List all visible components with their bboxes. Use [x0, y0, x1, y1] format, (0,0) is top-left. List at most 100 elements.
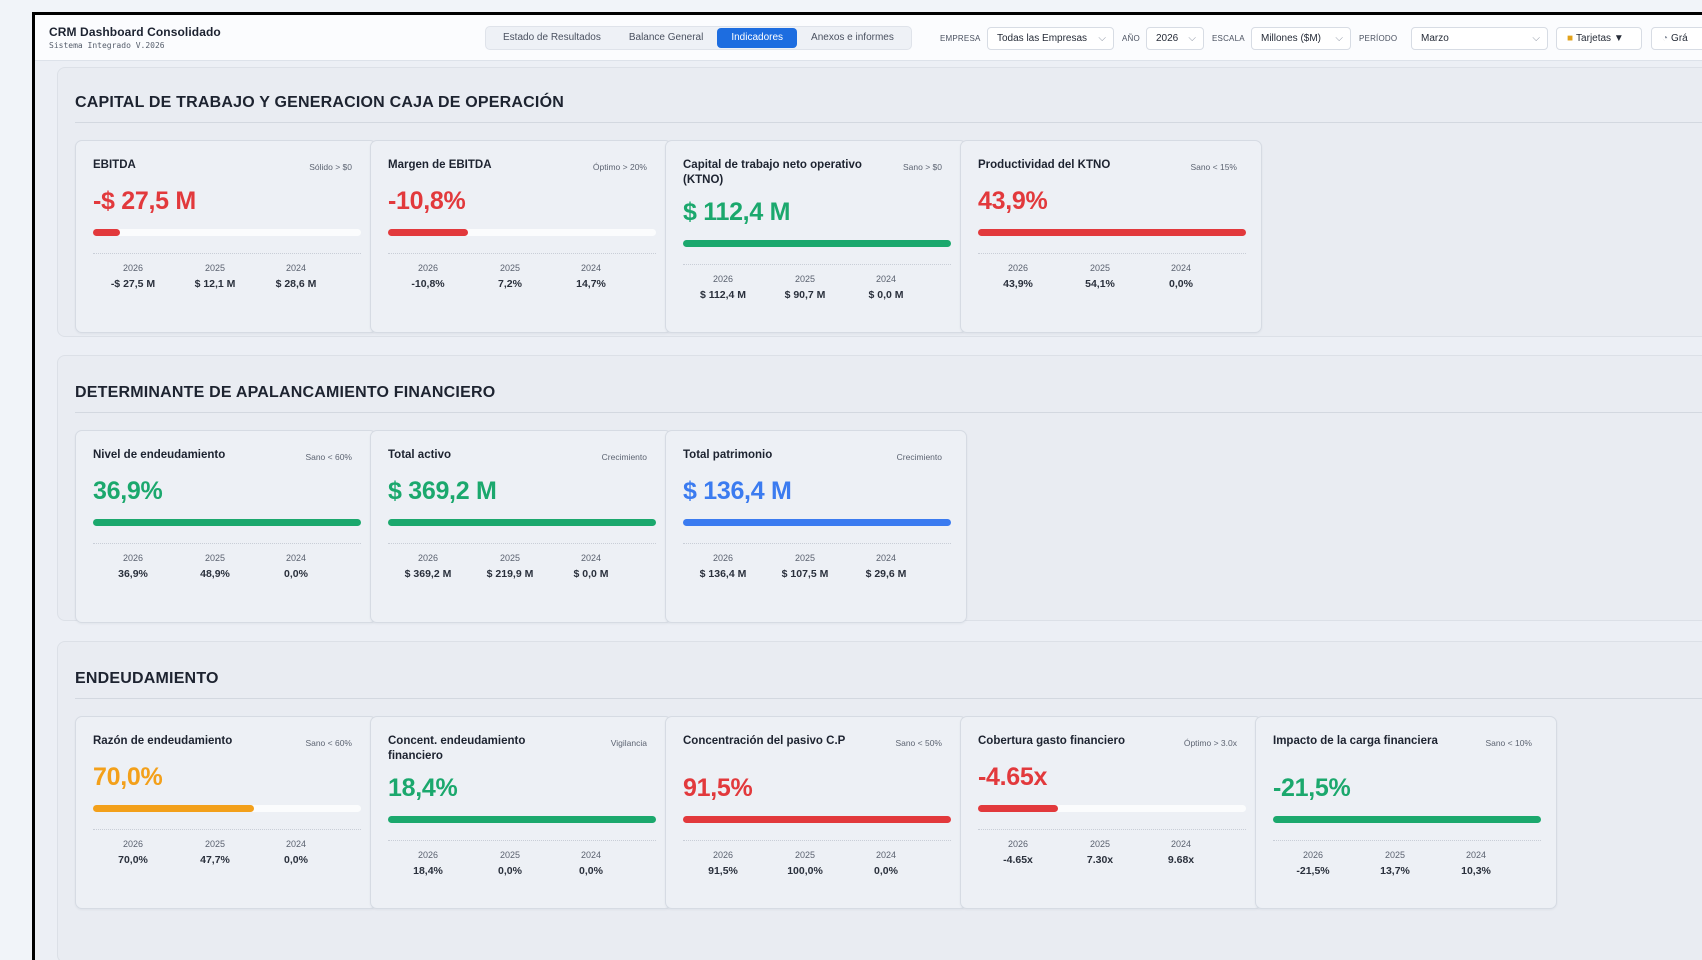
kpi-badge: Sano > $0 — [903, 162, 942, 172]
app-window: CRM Dashboard Consolidado Sistema Integr… — [32, 12, 1702, 960]
kpi-badge: Óptimo > 20% — [592, 162, 647, 172]
kpi-year-value: 0,0% — [284, 854, 308, 866]
kpi-progress-fill — [93, 805, 254, 812]
kpi-value: 91,5% — [683, 774, 753, 802]
kpi-card[interactable]: Concentración del pasivo C.P Sano < 50% 91… — [665, 716, 967, 909]
section-title: DETERMINANTE DE APALANCAMIENTO FINANCIER… — [75, 384, 496, 401]
empresa-select[interactable]: Todas las Empresas ⌵ — [987, 27, 1114, 50]
tarjetas-button[interactable]: ■ Tarjetas ▼ — [1556, 27, 1642, 50]
kpi-title: Cobertura gasto financiero — [978, 735, 1125, 747]
kpi-year-label: 2026 — [122, 263, 144, 273]
section-divider — [75, 698, 1702, 699]
kpi-badge: Crecimiento — [896, 452, 942, 462]
kpi-year-value: 0,0% — [1169, 278, 1193, 290]
kpi-title: Concent. endeudamiento financiero — [388, 735, 526, 762]
kpi-year-value: 14,7% — [576, 278, 606, 290]
section-title: ENDEUDAMIENTO — [75, 670, 219, 687]
kpi-progress-bar — [93, 805, 361, 812]
kpi-year-value: 91,5% — [708, 865, 738, 877]
section-panel: CAPITAL DE TRABAJO Y GENERACION CAJA DE … — [57, 67, 1702, 337]
graficos-button[interactable]: ◔ Grá — [1651, 27, 1702, 50]
kpi-value: 36,9% — [93, 477, 163, 505]
kpi-divider — [683, 543, 951, 544]
kpi-year-label: 2025 — [499, 553, 521, 563]
periodo-label: PERÍODO — [1359, 34, 1398, 43]
kpi-title: Impacto de la carga financiera — [1273, 735, 1438, 747]
kpi-card[interactable]: Razón de endeudamiento Sano < 60% 70,0% 202… — [75, 716, 377, 909]
kpi-year-value: 0,0% — [579, 865, 603, 877]
main-tabs: Estado de Resultados Balance General Ind… — [485, 26, 912, 50]
kpi-progress-fill — [683, 816, 951, 823]
escala-label: ESCALA — [1212, 34, 1245, 43]
kpi-year-label: 2026 — [712, 553, 734, 563]
kpi-year-label: 2025 — [204, 553, 226, 563]
chevron-down-icon: ⌵ — [1335, 33, 1343, 44]
escala-value: Millones ($M) — [1261, 33, 1322, 44]
kpi-year-label: 2026 — [712, 274, 734, 284]
periodo-select[interactable]: Marzo ⌵ — [1411, 27, 1548, 50]
kpi-year-value: $ 369,2 M — [404, 568, 452, 580]
tab-estado-resultados[interactable]: Estado de Resultados — [489, 28, 615, 48]
kpi-year-value: 7.30x — [1086, 854, 1114, 866]
anio-label: AÑO — [1122, 34, 1140, 43]
kpi-year-value: $ 112,4 M — [699, 289, 747, 301]
kpi-card[interactable]: Concent. endeudamiento financiero Vigilan… — [370, 716, 672, 909]
kpi-progress-fill — [978, 229, 1246, 236]
anio-select[interactable]: 2026 ⌵ — [1146, 27, 1204, 50]
kpi-progress-fill — [93, 519, 361, 526]
kpi-year-value: 13,7% — [1380, 865, 1410, 877]
kpi-value: $ 112,4 M — [683, 198, 791, 226]
kpi-value: 18,4% — [388, 774, 458, 802]
tab-balance-general[interactable]: Balance General — [615, 28, 718, 48]
kpi-year-label: 2026 — [417, 263, 439, 273]
kpi-card[interactable]: Impacto de la carga financiera Sano < 10%… — [1255, 716, 1557, 909]
kpi-divider — [93, 543, 361, 544]
kpi-year-label: 2025 — [499, 263, 521, 273]
kpi-card[interactable]: Total patrimonio Crecimiento $ 136,4 M 2026… — [665, 430, 967, 623]
tab-anexos-informes[interactable]: Anexos e informes — [797, 28, 908, 48]
app-title: CRM Dashboard Consolidado — [49, 25, 221, 39]
kpi-year-label: 2026 — [1007, 839, 1029, 849]
kpi-card[interactable]: Nivel de endeudamiento Sano < 60% 36,9% 202… — [75, 430, 377, 623]
kpi-title: Razón de endeudamiento — [93, 735, 233, 747]
kpi-year-label: 2026 — [712, 850, 734, 860]
kpi-progress-bar — [1273, 816, 1541, 823]
kpi-card[interactable]: Capital de trabajo neto operativo (KTNO)… — [665, 140, 967, 333]
kpi-progress-fill — [388, 816, 656, 823]
kpi-year-label: 2025 — [204, 263, 226, 273]
kpi-year-value: $ 29,6 M — [865, 568, 907, 580]
kpi-year-label: 2025 — [794, 553, 816, 563]
kpi-card[interactable]: EBITDA Sólido > $0 -$ 27,5 M 2026 -$ 27,5 M 2… — [75, 140, 377, 333]
section-divider — [75, 412, 1702, 413]
kpi-divider — [978, 829, 1246, 830]
kpi-progress-bar — [978, 229, 1246, 236]
kpi-year-label: 2024 — [875, 274, 897, 284]
kpi-value: -10,8% — [388, 187, 466, 215]
kpi-year-label: 2024 — [580, 850, 602, 860]
kpi-progress-bar — [93, 229, 361, 236]
tarjetas-label: Tarjetas ▼ — [1576, 33, 1624, 44]
kpi-value: $ 369,2 M — [388, 477, 497, 505]
kpi-card[interactable]: Total activo Crecimiento $ 369,2 M 2026 $ 36… — [370, 430, 672, 623]
kpi-title: Total activo — [388, 449, 452, 461]
empresa-label: EMPRESA — [940, 34, 981, 43]
kpi-year-value: 0,0% — [284, 568, 308, 580]
kpi-year-value: -$ 27,5 M — [110, 278, 156, 290]
kpi-divider — [683, 840, 951, 841]
chevron-down-icon: ⌵ — [1098, 33, 1106, 44]
section-title: CAPITAL DE TRABAJO Y GENERACION CAJA DE … — [75, 94, 564, 111]
kpi-card[interactable]: Productividad del KTNO Sano < 15% 43,9% 202… — [960, 140, 1262, 333]
kpi-value: -$ 27,5 M — [93, 187, 196, 215]
kpi-year-value: $ 0,0 M — [868, 289, 904, 301]
kpi-card[interactable]: Margen de EBITDA Óptimo > 20% -10,8% 2026 -1… — [370, 140, 672, 333]
escala-select[interactable]: Millones ($M) ⌵ — [1251, 27, 1351, 50]
kpi-year-value: 70,0% — [118, 854, 148, 866]
kpi-divider — [93, 253, 361, 254]
kpi-year-label: 2025 — [1384, 850, 1406, 860]
tab-indicadores[interactable]: Indicadores — [717, 28, 798, 48]
graficos-label: Grá — [1671, 33, 1688, 44]
chevron-down-icon: ⌵ — [1188, 33, 1196, 44]
kpi-card[interactable]: Cobertura gasto financiero Óptimo > 3.0x -… — [960, 716, 1262, 909]
kpi-value: 70,0% — [93, 763, 163, 791]
chart-icon: ◔ — [1662, 33, 1669, 44]
